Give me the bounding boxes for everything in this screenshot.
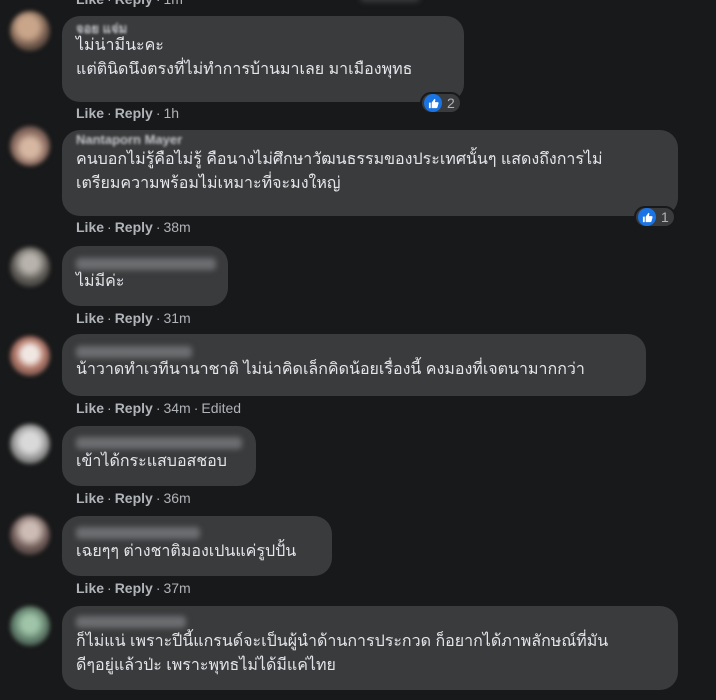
comment-time: 34m bbox=[163, 400, 191, 416]
comment-actions: Like·Reply·1m bbox=[76, 0, 183, 7]
comment-text-line: ไม่น่ามีนะคะ bbox=[76, 37, 164, 54]
comment-time: 38m bbox=[163, 219, 191, 235]
reply-button[interactable]: Reply bbox=[115, 310, 153, 326]
comment-bubble: จอย แจ่ม ไม่น่ามีนะคะ แต่ตินิดนึงตรงที่ไ… bbox=[62, 16, 464, 102]
comment-time: 37m bbox=[163, 580, 191, 596]
like-button[interactable]: Like bbox=[76, 219, 104, 235]
reply-button[interactable]: Reply bbox=[115, 219, 153, 235]
reply-button[interactable]: Reply bbox=[115, 580, 153, 596]
comment-bubble: เข้าได้กระแสบอสชอบ bbox=[62, 426, 256, 486]
comment-author-blurred[interactable] bbox=[76, 437, 242, 449]
comment-bubble: Nantaporn Mayer คนบอกไม่รู้คือไม่รู้ คือ… bbox=[62, 130, 678, 216]
avatar[interactable] bbox=[10, 515, 50, 555]
comment-bubble: เฉยๆๆ ต่างชาติมองเปนแค่รูปปั้น bbox=[62, 516, 332, 576]
comment-text-line: เข้าได้กระแสบอสชอบ bbox=[76, 453, 227, 470]
comment-text-line: น้าวาดทำเวทีนานาชาติ ไม่น่าคิดเล็กคิดน้อ… bbox=[76, 361, 585, 378]
comment-bubble: ไม่มีค่ะ bbox=[62, 246, 228, 306]
avatar[interactable] bbox=[10, 247, 50, 287]
reply-button[interactable]: Reply bbox=[115, 105, 153, 121]
reaction-badge[interactable]: 1 bbox=[634, 206, 676, 228]
edited-label: Edited bbox=[201, 400, 242, 416]
comment-text-line: เฉยๆๆ ต่างชาติมองเปนแค่รูปปั้น bbox=[76, 543, 297, 560]
comment-time: 1h bbox=[163, 105, 180, 121]
comment-actions: Like · Reply · 37m bbox=[76, 580, 191, 596]
comment-author-blurred[interactable] bbox=[76, 346, 192, 358]
comment-author-blurred[interactable] bbox=[76, 258, 216, 270]
comment-actions: Like · Reply · 31m bbox=[76, 310, 191, 326]
comment-author-blurred[interactable] bbox=[76, 527, 200, 539]
reaction-count: 1 bbox=[661, 209, 669, 225]
reply-button[interactable]: Reply bbox=[115, 490, 153, 506]
comment-bubble: ก็ไม่แน่ เพราะปีนี้แกรนด์จะเป็นผู้นำด้าน… bbox=[62, 606, 678, 690]
like-button[interactable]: Like bbox=[76, 0, 104, 7]
blurred-reaction bbox=[360, 0, 420, 2]
reaction-count: 2 bbox=[447, 95, 455, 111]
comment-author[interactable]: จอย แจ่ม bbox=[76, 18, 450, 34]
comment-actions: Like · Reply · 38m bbox=[76, 219, 191, 235]
reply-button[interactable]: Reply bbox=[115, 400, 153, 416]
like-button[interactable]: Like bbox=[76, 490, 104, 506]
comment-bubble: น้าวาดทำเวทีนานาชาติ ไม่น่าคิดเล็กคิดน้อ… bbox=[62, 334, 646, 396]
comment-actions: Like · Reply · 34m · Edited bbox=[76, 400, 242, 416]
like-button[interactable]: Like bbox=[76, 580, 104, 596]
comment-time: 31m bbox=[163, 310, 191, 326]
comment-actions: Like · Reply · 1h bbox=[76, 105, 180, 121]
comment-text-line: เตรียมความพร้อมไม่เหมาะที่จะมงใหญ่ bbox=[76, 175, 341, 192]
reaction-badge[interactable]: 2 bbox=[420, 92, 462, 114]
like-button[interactable]: Like bbox=[76, 400, 104, 416]
avatar[interactable] bbox=[10, 606, 50, 646]
comment-text-line: ไม่มีค่ะ bbox=[76, 273, 125, 290]
like-button[interactable]: Like bbox=[76, 105, 104, 121]
comment-text-line: คนบอกไม่รู้คือไม่รู้ คือนางไม่ศึกษาวัฒนธ… bbox=[76, 151, 603, 168]
comment-thread: Like·Reply·1m จอย แจ่ม ไม่น่ามีนะคะ แต่ต… bbox=[0, 0, 716, 700]
comment-actions: Like · Reply · 36m bbox=[76, 490, 191, 506]
like-icon bbox=[424, 94, 442, 112]
comment-author-blurred[interactable] bbox=[76, 616, 186, 628]
comment-text-line: ดีๆอยู่แล้วป่ะ เพราะพุทธไม่ได้มีแค่ไทย bbox=[76, 657, 336, 674]
comment-time: 36m bbox=[163, 490, 191, 506]
comment-author[interactable]: Nantaporn Mayer bbox=[76, 132, 664, 148]
avatar[interactable] bbox=[10, 336, 50, 376]
avatar[interactable] bbox=[10, 126, 50, 166]
reply-button[interactable]: Reply bbox=[115, 0, 153, 7]
comment-text-line: แต่ตินิดนึงตรงที่ไม่ทำการบ้านมาเลย มาเมื… bbox=[76, 61, 413, 78]
like-icon bbox=[638, 208, 656, 226]
comment-time: 1m bbox=[163, 0, 182, 7]
like-button[interactable]: Like bbox=[76, 310, 104, 326]
avatar[interactable] bbox=[10, 11, 50, 51]
comment-text-line: ก็ไม่แน่ เพราะปีนี้แกรนด์จะเป็นผู้นำด้าน… bbox=[76, 633, 609, 650]
avatar[interactable] bbox=[10, 424, 50, 464]
